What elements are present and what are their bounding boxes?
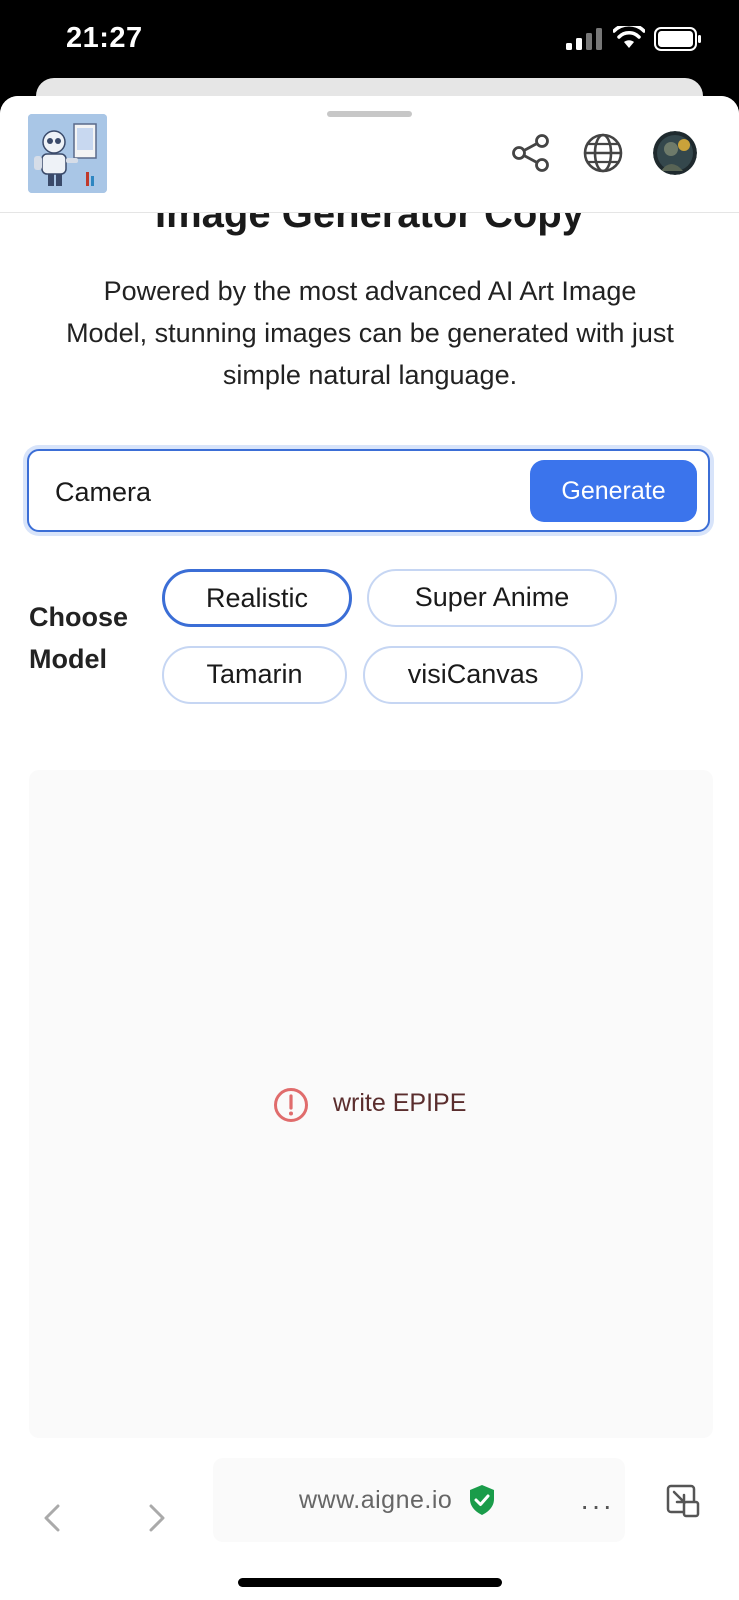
result-panel: write EPIPE: [29, 770, 713, 1438]
globe-icon[interactable]: [582, 132, 624, 174]
error-message: write EPIPE: [333, 1089, 467, 1117]
url-text: www.aigne.io: [299, 1486, 453, 1514]
more-options-icon[interactable]: ···: [580, 1490, 614, 1522]
battery-icon: [654, 27, 701, 51]
prompt-box: Generate: [27, 449, 710, 532]
home-indicator[interactable]: [238, 1578, 502, 1587]
robot-painter-logo-icon: [28, 114, 107, 193]
model-chip-visicanvas[interactable]: visiCanvas: [363, 646, 583, 704]
sheet-grabber[interactable]: [327, 111, 412, 117]
choose-model-label: Choose Model: [29, 602, 129, 674]
forward-arrow-icon[interactable]: [141, 1500, 171, 1536]
app-header: [0, 96, 739, 213]
status-time: 21:27: [66, 22, 143, 54]
share-icon[interactable]: [510, 132, 552, 174]
generate-button[interactable]: Generate: [530, 460, 697, 522]
back-arrow-icon[interactable]: [38, 1500, 68, 1536]
open-in-browser-icon[interactable]: [666, 1484, 700, 1518]
model-chip-realistic[interactable]: Realistic: [162, 569, 352, 627]
address-bar[interactable]: www.aigne.io: [213, 1458, 625, 1542]
user-avatar-icon: [653, 131, 697, 175]
wifi-icon: [613, 26, 645, 48]
cellular-signal-icon: [566, 28, 602, 50]
secure-shield-icon: [470, 1485, 494, 1515]
app-sheet: Image Generator Copy Powered by the most…: [0, 96, 739, 1600]
avatar[interactable]: [653, 131, 697, 175]
app-logo[interactable]: [28, 114, 107, 193]
page-description: Powered by the most advanced AI Art Imag…: [66, 276, 674, 390]
prompt-input[interactable]: [53, 471, 497, 513]
error-icon: [274, 1088, 308, 1122]
model-chip-tamarin[interactable]: Tamarin: [162, 646, 347, 704]
model-chip-super-anime[interactable]: Super Anime: [367, 569, 617, 627]
